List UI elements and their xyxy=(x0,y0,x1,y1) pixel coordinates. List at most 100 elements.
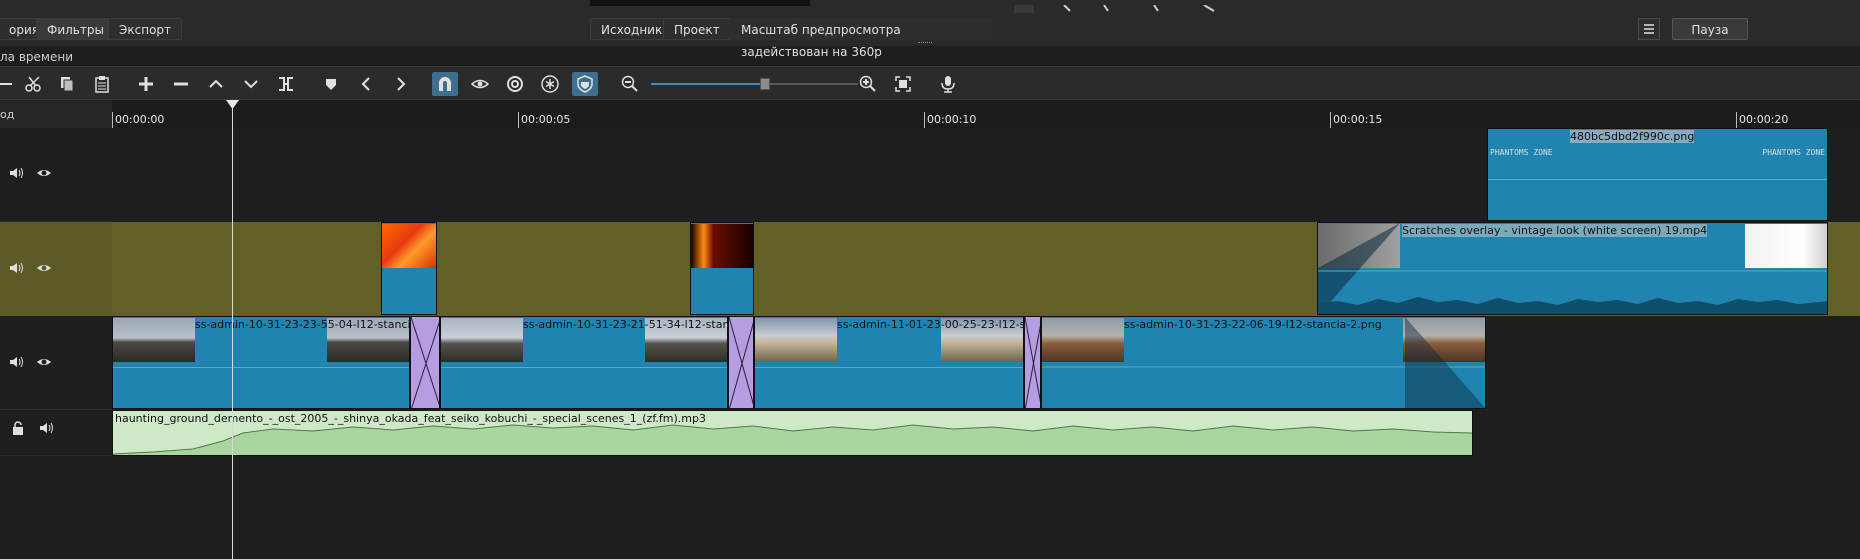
copy-button[interactable] xyxy=(54,72,80,96)
audio-clip[interactable]: haunting_ground_demento_-_ost_2005_-_shi… xyxy=(112,410,1473,456)
clip-divider xyxy=(441,367,727,368)
clip-thumbnail xyxy=(755,318,837,362)
audio-waveform xyxy=(113,424,1472,455)
track-header-v3[interactable] xyxy=(0,128,112,222)
zoom-slider-fill xyxy=(651,83,765,85)
zoom-in-icon xyxy=(859,75,876,92)
speaker-icon[interactable] xyxy=(8,260,24,276)
ripple-all-toggle[interactable] xyxy=(537,72,563,96)
track-header-a1[interactable] xyxy=(0,410,112,456)
zoom-in-button[interactable] xyxy=(855,72,881,96)
tab-filters[interactable]: Фильтры xyxy=(36,18,115,40)
lock-icon[interactable] xyxy=(10,420,26,436)
transport-controls xyxy=(1004,0,1244,13)
clip-label: ss-admin-10-31-23-23-55-04-l12-stancia-2… xyxy=(195,318,409,331)
zoom-slider-handle[interactable] xyxy=(759,78,770,90)
remove-track-button[interactable] xyxy=(168,72,194,96)
tab-project[interactable]: Проект xyxy=(663,18,731,40)
clip-label: ss-admin-11-01-23-00-25-23-l12-stancia xyxy=(837,318,1023,331)
chevron-right-icon xyxy=(397,77,406,91)
marker-button[interactable] xyxy=(318,72,344,96)
timeline-toolbar xyxy=(0,66,1860,100)
image-clip[interactable]: ss-admin-11-01-23-00-25-23-l12-stancia xyxy=(754,316,1024,409)
splitter-handle[interactable] xyxy=(918,42,932,44)
timeline-empty-area xyxy=(0,456,1860,559)
asterisk-icon xyxy=(541,75,559,93)
timecode-box xyxy=(590,0,810,6)
tab-source[interactable]: Исходник xyxy=(590,18,674,40)
add-track-button[interactable] xyxy=(133,72,159,96)
image-clip[interactable]: ss-admin-10-31-23-21-51-34-l12-stancia-2 xyxy=(440,316,728,409)
clip-divider xyxy=(113,367,409,368)
clip-waveform xyxy=(1318,223,1827,314)
image-clip[interactable]: PHANTOMS ZONE PHANTOMS ZONE 480bc5dbd2f9… xyxy=(1487,128,1828,221)
playhead-line[interactable] xyxy=(232,100,233,559)
record-audio-button[interactable] xyxy=(935,72,961,96)
top-bar: ория Фильтры Экспорт Исходник Проект Мас… xyxy=(0,0,1860,59)
zoom-out-icon xyxy=(621,75,638,92)
eye-icon[interactable] xyxy=(36,165,52,181)
image-clip[interactable]: ss-admin-10-31-23-22-06-19-l12-stancia-2… xyxy=(1041,316,1486,409)
shield-icon xyxy=(577,75,593,93)
transition[interactable] xyxy=(410,316,440,409)
prev-marker-button[interactable] xyxy=(353,72,379,96)
paste-button[interactable] xyxy=(89,72,115,96)
split-button[interactable] xyxy=(273,72,299,96)
transition[interactable] xyxy=(728,316,754,409)
thumb-text: PHANTOMS ZONE xyxy=(1762,148,1825,157)
speaker-icon[interactable] xyxy=(8,165,24,181)
cut-button[interactable] xyxy=(21,72,47,96)
output-header: од xyxy=(0,100,112,128)
scrub-toggle[interactable] xyxy=(467,72,493,96)
tick-label: 00:00:15 xyxy=(1333,113,1383,126)
transition-icon xyxy=(411,317,439,408)
panel-title: ла времени xyxy=(0,50,73,64)
menu-button-partial[interactable] xyxy=(0,72,20,96)
image-clip[interactable]: ss-admin-10-31-23-23-55-04-l12-stancia-2… xyxy=(112,316,410,409)
split-icon xyxy=(279,77,293,91)
fade-overlay xyxy=(1042,317,1485,408)
eye-icon[interactable] xyxy=(36,354,52,370)
next-marker-button[interactable] xyxy=(388,72,414,96)
output-label: од xyxy=(0,108,15,121)
pause-button[interactable]: Пауза xyxy=(1672,18,1748,40)
clip-label: ss-admin-10-31-23-21-51-34-l12-stancia-2 xyxy=(523,318,728,331)
clip-thumbnail: PHANTOMS ZONE xyxy=(1747,130,1827,174)
zoom-out-button[interactable] xyxy=(617,72,643,96)
transition-icon xyxy=(1025,317,1040,408)
transport-icons xyxy=(1014,4,1215,13)
track-header-v2[interactable] xyxy=(0,222,112,316)
tab-export[interactable]: Экспорт xyxy=(108,18,183,40)
chevron-down-icon xyxy=(244,80,258,89)
menu-button[interactable] xyxy=(1638,18,1660,40)
eye-scrub-icon xyxy=(471,79,489,89)
transition[interactable] xyxy=(1024,316,1041,409)
magnet-icon xyxy=(439,77,451,91)
move-down-button[interactable] xyxy=(238,72,264,96)
move-up-button[interactable] xyxy=(203,72,229,96)
tick-label: 00:00:20 xyxy=(1739,113,1789,126)
clip-divider xyxy=(1488,179,1827,180)
snap-toggle[interactable] xyxy=(432,72,458,96)
fire-clip[interactable] xyxy=(690,222,754,315)
clip-thumbnail xyxy=(691,224,753,268)
track-header-v1[interactable] xyxy=(0,316,112,410)
overlay-clip[interactable]: Scratches overlay - vintage look (white … xyxy=(1317,222,1828,315)
hamburger-icon xyxy=(1644,24,1654,34)
clip-thumbnail xyxy=(113,318,195,362)
clip-label: 480bc5dbd2f990c.png xyxy=(1570,130,1695,143)
clip-divider xyxy=(755,367,1023,368)
chevron-up-icon xyxy=(209,79,223,88)
ripple-toggle[interactable] xyxy=(502,72,528,96)
fire-clip[interactable] xyxy=(381,222,437,315)
speaker-icon[interactable] xyxy=(8,354,24,370)
eye-icon[interactable] xyxy=(36,260,52,276)
target-icon xyxy=(507,76,523,92)
overwrite-toggle[interactable] xyxy=(572,72,598,96)
playhead-handle-icon[interactable] xyxy=(226,100,239,110)
clip-thumbnail xyxy=(382,224,436,268)
speaker-icon[interactable] xyxy=(38,420,54,436)
zoom-slider-track[interactable] xyxy=(651,78,858,90)
zoom-fit-button[interactable] xyxy=(890,72,916,96)
clipboard-icon xyxy=(95,76,109,93)
